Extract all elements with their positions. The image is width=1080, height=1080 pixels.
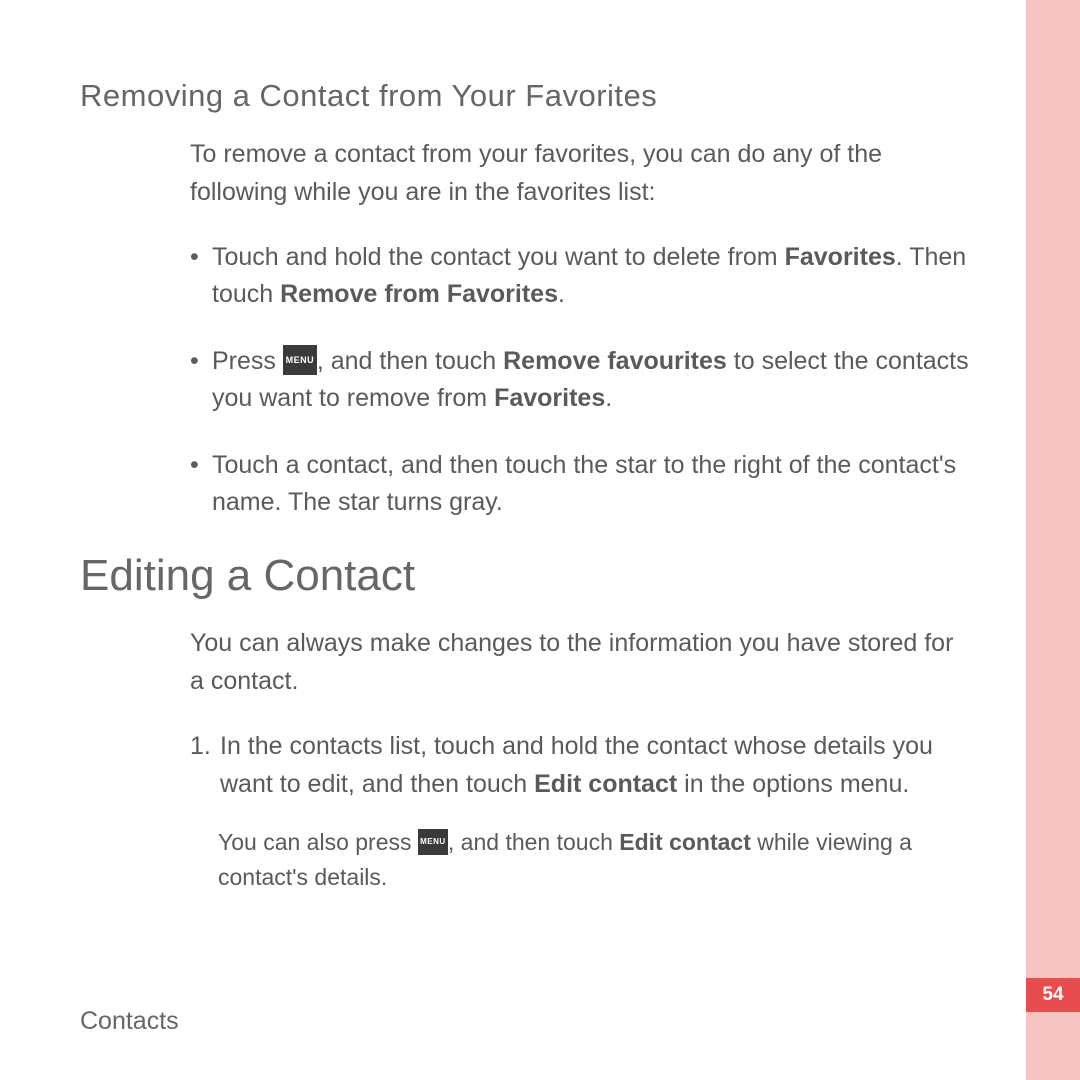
section2-intro: You can always make changes to the infor… — [190, 625, 972, 700]
section-heading-editing: Editing a Contact — [80, 551, 972, 601]
menu-icon: MENU — [283, 345, 317, 375]
text-fragment: , and then touch — [317, 347, 503, 375]
bold-text: Favorites — [494, 384, 605, 412]
text-fragment: Touch and hold the contact you want to d… — [212, 243, 785, 271]
text-fragment: in the options menu. — [677, 770, 909, 798]
section2-note: You can also press MENU, and then touch … — [218, 825, 972, 894]
bullet-item: Touch and hold the contact you want to d… — [190, 239, 972, 313]
text-fragment: . — [605, 384, 612, 412]
menu-icon: MENU — [418, 829, 448, 855]
text-fragment: , and then touch — [448, 829, 619, 855]
footer-section-label: Contacts — [80, 1007, 179, 1036]
bold-text: Edit contact — [534, 770, 677, 798]
text-fragment: Press — [212, 347, 283, 375]
text-fragment: . — [558, 280, 565, 308]
bullet-item: Press MENU, and then touch Remove favour… — [190, 343, 972, 417]
section1-intro: To remove a contact from your favorites,… — [190, 136, 972, 211]
bold-text: Remove from Favorites — [280, 280, 558, 308]
page-content: Removing a Contact from Your Favorites T… — [0, 0, 1026, 894]
step-item: In the contacts list, touch and hold the… — [190, 728, 972, 803]
bold-text: Edit contact — [619, 829, 751, 855]
bold-text: Favorites — [785, 243, 896, 271]
side-accent-bar — [1026, 0, 1080, 1080]
bullet-item: Touch a contact, and then touch the star… — [190, 447, 972, 521]
page-number-badge: 54 — [1026, 978, 1080, 1012]
bold-text: Remove favourites — [503, 347, 727, 375]
text-fragment: You can also press — [218, 829, 418, 855]
section2-steps: In the contacts list, touch and hold the… — [190, 728, 972, 803]
section1-bullets: Touch and hold the contact you want to d… — [190, 239, 972, 521]
section-heading-removing: Removing a Contact from Your Favorites — [80, 78, 972, 114]
